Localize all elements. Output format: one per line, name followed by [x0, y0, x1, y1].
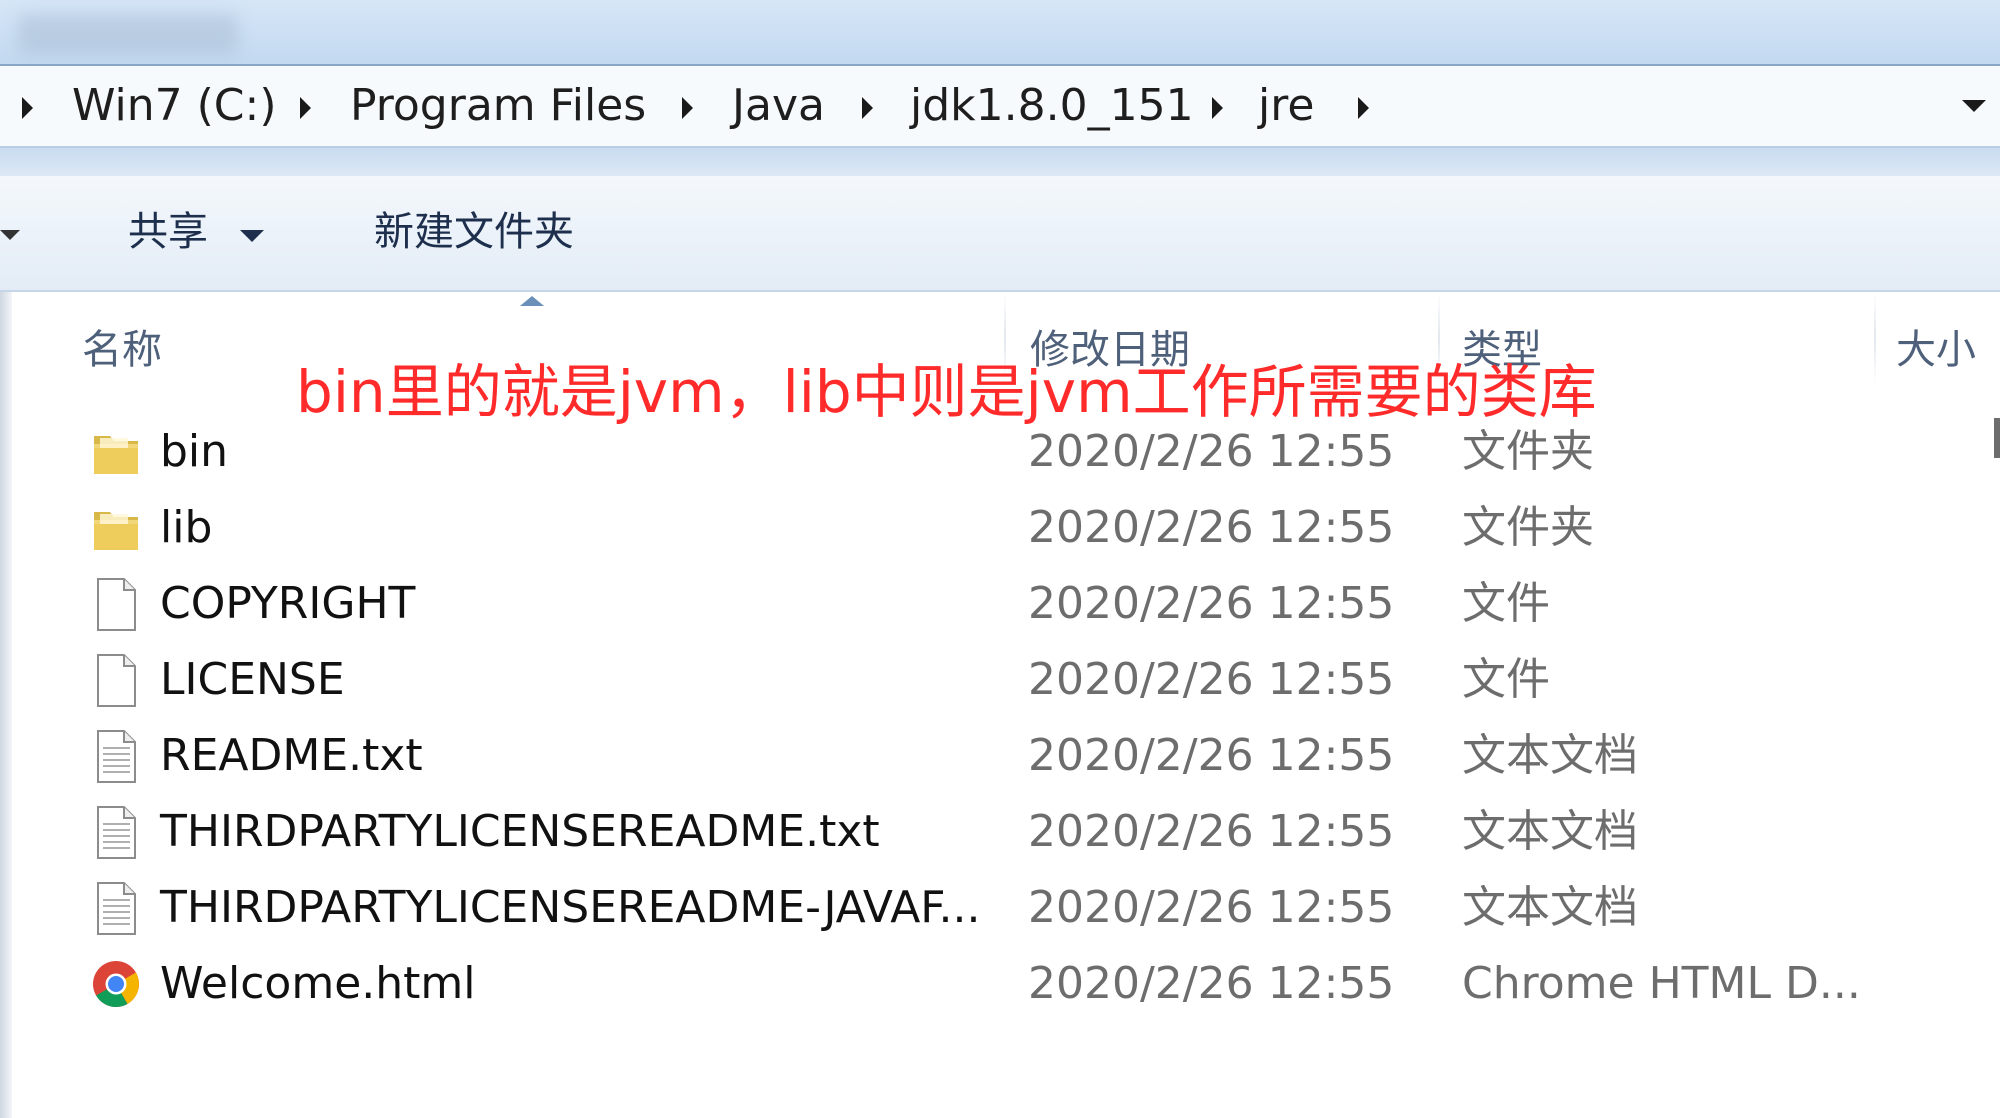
breadcrumb-arrow-icon[interactable] — [682, 97, 693, 119]
file-modified-date: 2020/2/26 12:55 — [1028, 730, 1395, 781]
file-name[interactable]: bin — [160, 418, 228, 486]
file-name[interactable]: THIRDPARTYLICENSEREADME.txt — [160, 798, 880, 866]
file-type: 文件 — [1462, 578, 1550, 629]
breadcrumb-jdk[interactable]: jdk1.8.0_151 — [910, 78, 1194, 134]
breadcrumb-drive[interactable]: Win7 (C:) — [72, 78, 277, 134]
file-row[interactable]: bin 2020/2/26 12:55 文件夹 — [12, 414, 2000, 490]
file-type: 文本文档 — [1462, 806, 1638, 857]
file-name[interactable]: lib — [160, 494, 212, 562]
file-icon — [90, 576, 142, 632]
file-row[interactable]: Welcome.html 2020/2/26 12:55 Chrome HTML D… — [12, 946, 2000, 1022]
file-row[interactable]: LICENSE 2020/2/26 12:55 文件 — [12, 642, 2000, 718]
breadcrumb-java[interactable]: Java — [732, 78, 825, 134]
file-type: Chrome HTML D... — [1462, 958, 1861, 1009]
size-cell-fragment — [1994, 418, 2000, 458]
folder-icon — [90, 500, 142, 556]
file-name[interactable]: THIRDPARTYLICENSEREADME-JAVAF... — [160, 874, 981, 942]
file-modified-date: 2020/2/26 12:55 — [1028, 806, 1395, 857]
file-icon — [90, 652, 142, 708]
column-header-size[interactable]: 大小 — [1880, 314, 2000, 386]
share-button[interactable]: 共享 — [128, 204, 208, 260]
text-file-icon — [90, 880, 142, 936]
breadcrumb-jre[interactable]: jre — [1258, 78, 1314, 134]
file-type: 文件 — [1462, 654, 1550, 705]
address-bar[interactable]: Win7 (C:) Program Files Java jdk1.8.0_15… — [0, 64, 2000, 148]
sort-ascending-icon — [520, 296, 544, 306]
file-type: 文件夹 — [1462, 502, 1594, 553]
text-file-icon — [90, 804, 142, 860]
file-row[interactable]: THIRDPARTYLICENSEREADME.txt 2020/2/26 12:… — [12, 794, 2000, 870]
file-type: 文本文档 — [1462, 882, 1638, 933]
blurred-title — [18, 14, 238, 54]
breadcrumb-program-files[interactable]: Program Files — [350, 78, 646, 134]
column-divider[interactable] — [1874, 292, 1876, 384]
file-row[interactable]: lib 2020/2/26 12:55 文件夹 — [12, 490, 2000, 566]
file-modified-date: 2020/2/26 12:55 — [1028, 958, 1395, 1009]
chrome-icon — [90, 956, 142, 1012]
file-row[interactable]: COPYRIGHT 2020/2/26 12:55 文件 — [12, 566, 2000, 642]
file-name[interactable]: Welcome.html — [160, 950, 475, 1018]
window-title-strip — [0, 0, 2000, 64]
file-row[interactable]: THIRDPARTYLICENSEREADME-JAVAF... 2020/2/2… — [12, 870, 2000, 946]
file-row[interactable]: README.txt 2020/2/26 12:55 文本文档 — [12, 718, 2000, 794]
file-modified-date: 2020/2/26 12:55 — [1028, 654, 1395, 705]
breadcrumb-arrow-icon[interactable] — [862, 97, 873, 119]
file-modified-date: 2020/2/26 12:55 — [1028, 882, 1395, 933]
breadcrumb-arrow-icon[interactable] — [22, 97, 33, 119]
text-file-icon — [90, 728, 142, 784]
file-type: 文本文档 — [1462, 730, 1638, 781]
share-dropdown-icon[interactable] — [240, 230, 264, 242]
address-history-dropdown-icon[interactable] — [1962, 100, 1986, 112]
file-modified-date: 2020/2/26 12:55 — [1028, 502, 1395, 553]
breadcrumb-arrow-icon[interactable] — [1212, 97, 1223, 119]
organize-caret-icon[interactable] — [0, 230, 20, 240]
breadcrumb-arrow-icon[interactable] — [1358, 97, 1369, 119]
file-name[interactable]: LICENSE — [160, 646, 345, 714]
command-toolbar: 共享 新建文件夹 — [0, 176, 2000, 292]
file-modified-date: 2020/2/26 12:55 — [1028, 426, 1395, 477]
breadcrumb-arrow-icon[interactable] — [300, 97, 311, 119]
file-modified-date: 2020/2/26 12:55 — [1028, 578, 1395, 629]
folder-icon — [90, 424, 142, 480]
file-name[interactable]: README.txt — [160, 722, 423, 790]
address-toolbar-separator — [0, 148, 2000, 176]
new-folder-button[interactable]: 新建文件夹 — [374, 204, 574, 260]
navigation-pane-edge[interactable] — [0, 292, 12, 1118]
file-list-pane: 名称 修改日期 类型 大小 bin里的就是jvm，lib中则是jvm工作所需要的… — [0, 292, 2000, 1118]
file-type: 文件夹 — [1462, 426, 1594, 477]
file-name[interactable]: COPYRIGHT — [160, 570, 415, 638]
